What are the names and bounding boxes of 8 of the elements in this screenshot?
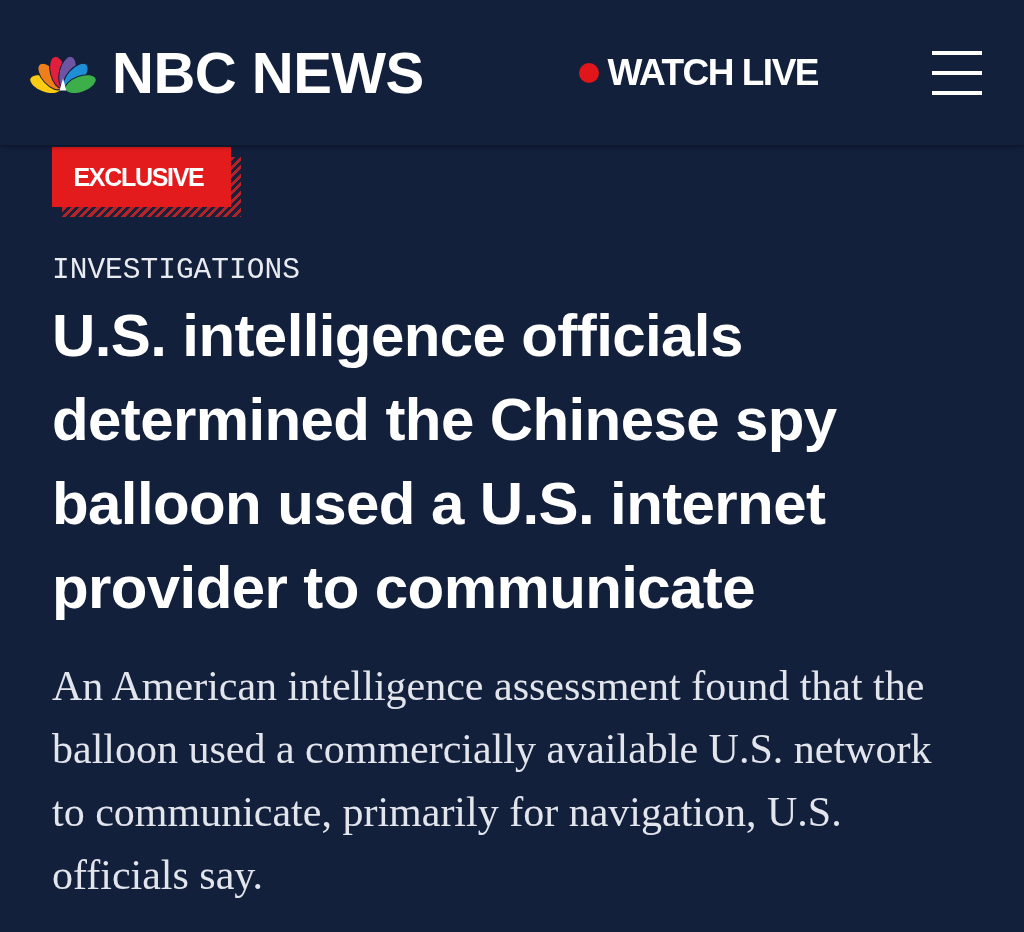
live-dot-icon [578, 63, 599, 83]
logo-link[interactable]: NBC NEWS [27, 43, 424, 102]
exclusive-label: EXCLUSIVE [52, 147, 231, 207]
article-headline: U.S. intelligence officials determined the Chinese spy balloon used a U.S. internet provider to communicate [52, 301, 838, 623]
menu-icon[interactable] [932, 50, 982, 95]
section-label[interactable]: INVESTIGATIONS [52, 253, 918, 288]
article-summary: An American intelligence assessment found that the balloon used a commercially available U.S. network to communicate, primarily for navigation, U.S. officials say. [52, 662, 933, 900]
logo-text: NBC NEWS [112, 43, 424, 102]
